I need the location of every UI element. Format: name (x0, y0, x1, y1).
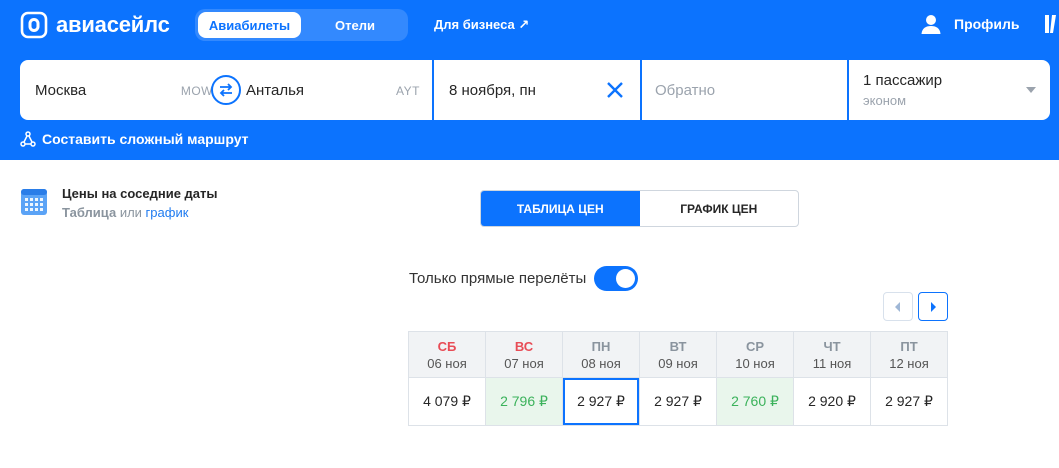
column-header: ВС 07 ноя (486, 332, 562, 378)
passengers-field[interactable]: 1 пассажир эконом (849, 60, 1050, 120)
column-date: 09 ноя (658, 355, 698, 371)
destination-city: Анталья (246, 82, 305, 99)
toggle-knob (616, 269, 636, 288)
origin-field[interactable]: Москва MOW (20, 60, 236, 120)
nearby-dates-subtitle: Таблица или график (62, 205, 218, 220)
day-of-week: ПН (591, 338, 611, 354)
chevron-down-icon (1026, 87, 1036, 93)
cabin-class: эконом (863, 93, 907, 108)
price-column[interactable]: ВС 07 ноя 2 796 ₽ (486, 332, 563, 425)
price-column[interactable]: ПТ 12 ноя 2 927 ₽ (871, 332, 947, 425)
column-date: 07 ноя (504, 355, 544, 371)
column-header: СБ 06 ноя (409, 332, 485, 378)
return-placeholder: Обратно (655, 82, 716, 99)
complex-route-label: Составить сложный маршрут (42, 131, 249, 147)
nearby-dates-title: Цены на соседние даты (62, 186, 218, 201)
column-header: СР 10 ноя (717, 332, 793, 378)
return-date-field[interactable]: Обратно (642, 60, 847, 120)
depart-date: 8 ноября, пн (449, 82, 536, 99)
chevron-left-icon (895, 301, 900, 312)
destination-code: AYT (396, 84, 420, 98)
profile-button[interactable]: Профиль (920, 13, 1020, 35)
header: авиасейлс Авиабилеты Отели Для бизнеса ↗… (0, 0, 1059, 160)
or-text: или (119, 205, 142, 220)
column-date: 12 ноя (889, 355, 929, 371)
complex-route-link[interactable]: Составить сложный маршрут (20, 131, 249, 147)
route-icon (20, 131, 36, 147)
price-table: СБ 06 ноя 4 079 ₽ ВС 07 ноя 2 796 ₽ ПН 0… (408, 331, 948, 426)
business-link-label: Для бизнеса ↗ (434, 17, 530, 32)
price-column[interactable]: ПН 08 ноя 2 927 ₽ (563, 332, 640, 425)
price-cell[interactable]: 2 927 ₽ (871, 378, 947, 425)
nearby-dates: Цены на соседние даты Таблица или график (20, 186, 218, 220)
close-icon[interactable] (606, 81, 624, 99)
price-cell[interactable]: 2 796 ₽ (486, 378, 562, 425)
partial-logo-icon (1045, 15, 1056, 33)
column-header: ВТ 09 ноя (640, 332, 716, 378)
nearby-dates-text: Цены на соседние даты Таблица или график (62, 186, 218, 220)
price-cell-selected[interactable]: 2 927 ₽ (563, 378, 639, 425)
price-cell[interactable]: 2 920 ₽ (794, 378, 870, 425)
prev-dates-button[interactable] (883, 292, 913, 321)
origin-code: MOW (180, 84, 213, 98)
tab-flights[interactable]: Авиабилеты (198, 12, 301, 38)
column-header: ПН 08 ноя (563, 332, 639, 378)
logo-icon (20, 11, 48, 39)
direct-only-label: Только прямые перелёты (409, 270, 587, 287)
column-header: ПТ 12 ноя (871, 332, 947, 378)
day-of-week: СР (745, 338, 765, 354)
tab-hotels[interactable]: Отели (305, 12, 405, 38)
product-tabs: Авиабилеты Отели (195, 9, 408, 41)
brand-name: авиасейлс (56, 12, 170, 37)
swap-icon (219, 83, 233, 97)
business-link[interactable]: Для бизнеса ↗ (434, 17, 529, 33)
profile-label: Профиль (954, 16, 1020, 32)
price-column[interactable]: СР 10 ноя 2 760 ₽ (717, 332, 794, 425)
price-cell[interactable]: 4 079 ₽ (409, 378, 485, 425)
column-date: 10 ноя (735, 355, 775, 371)
price-cell[interactable]: 2 760 ₽ (717, 378, 793, 425)
column-header: ЧТ 11 ноя (794, 332, 870, 378)
price-column[interactable]: СБ 06 ноя 4 079 ₽ (409, 332, 486, 425)
price-chart-button[interactable]: ГРАФИК ЦЕН (640, 191, 799, 226)
day-of-week: ВТ (669, 338, 687, 354)
chart-link[interactable]: график (146, 205, 189, 220)
direct-only-toggle[interactable] (594, 266, 639, 291)
origin-city: Москва (35, 82, 87, 99)
direct-only-row: Только прямые перелёты (409, 266, 639, 291)
price-column[interactable]: ЧТ 11 ноя 2 920 ₽ (794, 332, 871, 425)
depart-date-field[interactable]: 8 ноября, пн (434, 60, 640, 120)
day-of-week: ЧТ (823, 338, 841, 354)
view-switch: ТАБЛИЦА ЦЕН ГРАФИК ЦЕН (480, 190, 799, 227)
price-column[interactable]: ВТ 09 ноя 2 927 ₽ (640, 332, 717, 425)
calendar-icon (21, 189, 47, 215)
passengers-count: 1 пассажир (863, 72, 943, 89)
day-of-week: СБ (437, 338, 457, 354)
next-dates-button[interactable] (918, 292, 948, 321)
price-table-button[interactable]: ТАБЛИЦА ЦЕН (481, 191, 640, 226)
price-cell[interactable]: 2 927 ₽ (640, 378, 716, 425)
chevron-right-icon (931, 301, 936, 312)
logo[interactable]: авиасейлс (20, 11, 170, 39)
day-of-week: ВС (514, 338, 534, 354)
table-link[interactable]: Таблица (62, 205, 116, 220)
column-date: 08 ноя (581, 355, 621, 371)
column-date: 11 ноя (812, 355, 852, 371)
destination-field[interactable]: Анталья AYT (236, 60, 432, 120)
column-date: 06 ноя (427, 355, 467, 371)
user-icon (921, 15, 941, 34)
day-of-week: ПТ (900, 338, 918, 354)
swap-button[interactable] (211, 75, 241, 105)
